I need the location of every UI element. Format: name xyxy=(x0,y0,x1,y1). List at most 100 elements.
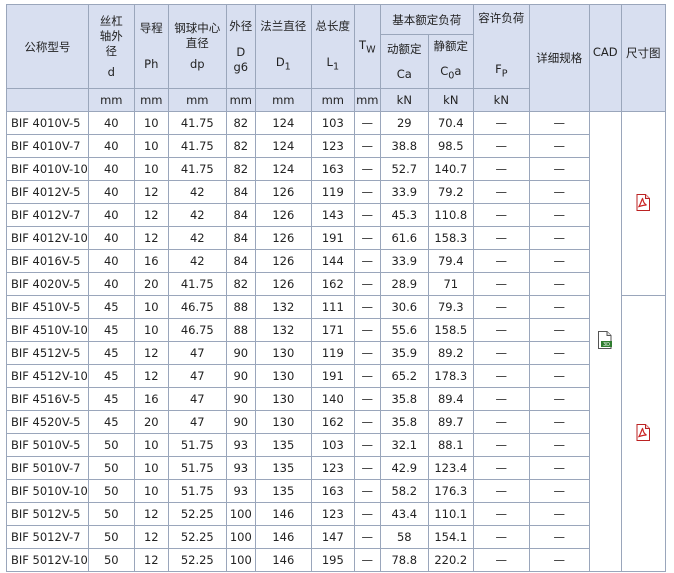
table-row: BIF 4020V-5 40 20 41.75 82 126 162—28.9 71— — xyxy=(6,272,666,296)
cell-total-length: 143 xyxy=(310,203,355,227)
cell-flange-diameter: 146 xyxy=(254,548,312,572)
cell-total-length: 163 xyxy=(310,157,355,181)
cell-dynamic-rating: 45.3 xyxy=(379,203,429,227)
3d-cad-file-icon[interactable]: 3D xyxy=(597,331,613,349)
header-dimension-drawing: 尺寸图 xyxy=(620,4,666,112)
unit-cell: mm xyxy=(310,88,355,112)
table-row: BIF 4012V-5 40 12 42 84 126 119—33.9 79.2— — xyxy=(6,180,666,204)
cell-total-length: 195 xyxy=(310,548,355,572)
table-row: BIF 4010V-7 40 10 41.75 82 124 123—38.8 98.5— — xyxy=(6,134,666,158)
cell-outer-diameter: 84 xyxy=(225,226,256,250)
cell-model: BIF 5012V-7 xyxy=(6,525,89,549)
cell-tw: — xyxy=(353,157,381,181)
cell-allowable-load: — xyxy=(472,410,530,434)
cell-tw: — xyxy=(353,295,381,319)
cell-lead: 10 xyxy=(133,111,169,135)
cell-allowable-load: — xyxy=(472,180,530,204)
header-dynamic-rating-label: 动额定 xyxy=(387,41,422,56)
cell-lead: 10 xyxy=(133,134,169,158)
cell-dynamic-rating: 30.6 xyxy=(379,295,429,319)
cell-ball-center-diameter: 42 xyxy=(167,226,227,250)
cell-detail-spec: — xyxy=(528,226,590,250)
cell-shaft-diameter: 50 xyxy=(87,502,135,526)
cell-allowable-load: — xyxy=(472,111,530,135)
cell-ball-center-diameter: 41.75 xyxy=(167,272,227,296)
cell-model: BIF 4020V-5 xyxy=(6,272,89,296)
cell-shaft-diameter: 40 xyxy=(87,272,135,296)
header-flange-diameter-symbol-sub: 1 xyxy=(284,61,291,73)
cell-lead: 12 xyxy=(133,364,169,388)
cell-flange-diameter: 126 xyxy=(254,180,312,204)
cell-shaft-diameter: 45 xyxy=(87,410,135,434)
cell-lead: 16 xyxy=(133,249,169,273)
unit-cell: mm xyxy=(254,88,312,112)
cad-download-cell[interactable]: 3D xyxy=(588,111,622,572)
dimension-drawing-cell[interactable] xyxy=(620,295,666,572)
cell-static-rating: 70.4 xyxy=(427,111,474,135)
header-allowable-load-symbol: FP xyxy=(474,62,528,81)
cell-model: BIF 4012V-10 xyxy=(6,226,89,250)
cell-lead: 12 xyxy=(133,226,169,250)
cell-outer-diameter: 100 xyxy=(225,548,256,572)
cell-dynamic-rating: 58 xyxy=(379,525,429,549)
table-row: BIF 5010V-10 50 10 51.75 93 135 163—58.2 176.3—… xyxy=(6,479,666,503)
unit-cell-blank xyxy=(6,88,89,112)
cell-flange-diameter: 130 xyxy=(254,410,312,434)
cell-dynamic-rating: 58.2 xyxy=(379,479,429,503)
cell-detail-spec: — xyxy=(528,525,590,549)
cell-total-length: 140 xyxy=(310,387,355,411)
pdf-file-icon[interactable] xyxy=(636,423,651,441)
cell-outer-diameter: 82 xyxy=(225,134,256,158)
cell-allowable-load: — xyxy=(472,341,530,365)
cell-flange-diameter: 126 xyxy=(254,249,312,273)
cell-flange-diameter: 124 xyxy=(254,134,312,158)
cell-dynamic-rating: 35.8 xyxy=(379,410,429,434)
cell-model: BIF 4520V-5 xyxy=(6,410,89,434)
unit-cell: mm xyxy=(353,88,381,112)
cell-static-rating: 110.1 xyxy=(427,502,474,526)
cell-flange-diameter: 135 xyxy=(254,456,312,480)
header-lead-symbol: Ph xyxy=(144,57,159,71)
pdf-file-icon[interactable] xyxy=(636,193,651,211)
cell-detail-spec: — xyxy=(528,180,590,204)
table-header: 公称型号 丝杠轴外径 d 导程 Ph 钢球中心直径 dp 外径 D g6 法兰直… xyxy=(6,4,666,112)
cell-total-length: 119 xyxy=(310,180,355,204)
cell-detail-spec: — xyxy=(528,456,590,480)
table-row: BIF 5012V-7 50 12 52.25 100 146 147—58 154.1— — xyxy=(6,525,666,549)
cell-detail-spec: — xyxy=(528,433,590,457)
cell-shaft-diameter: 40 xyxy=(87,180,135,204)
cell-dynamic-rating: 33.9 xyxy=(379,180,429,204)
cell-detail-spec: — xyxy=(528,410,590,434)
table-row: BIF 4516V-5 45 16 47 90 130 140—35.8 89.4— — xyxy=(6,387,666,411)
table-row: BIF 4012V-10 40 12 42 84 126 191—61.6 158.3— — xyxy=(6,226,666,250)
cell-static-rating: 79.2 xyxy=(427,180,474,204)
table-row: BIF 4016V-5 40 16 42 84 126 144—33.9 79.4— — xyxy=(6,249,666,273)
cell-allowable-load: — xyxy=(472,479,530,503)
cell-ball-center-diameter: 47 xyxy=(167,387,227,411)
cell-shaft-diameter: 45 xyxy=(87,318,135,342)
cell-model: BIF 4510V-10 xyxy=(6,318,89,342)
cell-detail-spec: — xyxy=(528,249,590,273)
cell-lead: 16 xyxy=(133,387,169,411)
cell-tw: — xyxy=(353,548,381,572)
cell-outer-diameter: 84 xyxy=(225,203,256,227)
cell-model: BIF 5010V-7 xyxy=(6,456,89,480)
cell-outer-diameter: 100 xyxy=(225,502,256,526)
dimension-drawing-cell[interactable] xyxy=(620,111,666,296)
cell-shaft-diameter: 40 xyxy=(87,249,135,273)
unit-cell: mm xyxy=(225,88,256,112)
cell-shaft-diameter: 50 xyxy=(87,479,135,503)
cell-shaft-diameter: 40 xyxy=(87,157,135,181)
cell-shaft-diameter: 40 xyxy=(87,111,135,135)
cell-dynamic-rating: 43.4 xyxy=(379,502,429,526)
cell-model: BIF 4010V-5 xyxy=(6,111,89,135)
cell-static-rating: 89.2 xyxy=(427,341,474,365)
cell-ball-center-diameter: 52.25 xyxy=(167,502,227,526)
header-allowable-load: 容许负荷 FP xyxy=(472,4,530,89)
cell-shaft-diameter: 50 xyxy=(87,525,135,549)
cell-total-length: 171 xyxy=(310,318,355,342)
cell-lead: 20 xyxy=(133,272,169,296)
cell-ball-center-diameter: 52.25 xyxy=(167,525,227,549)
cell-dynamic-rating: 78.8 xyxy=(379,548,429,572)
unit-cell: mm xyxy=(167,88,227,112)
